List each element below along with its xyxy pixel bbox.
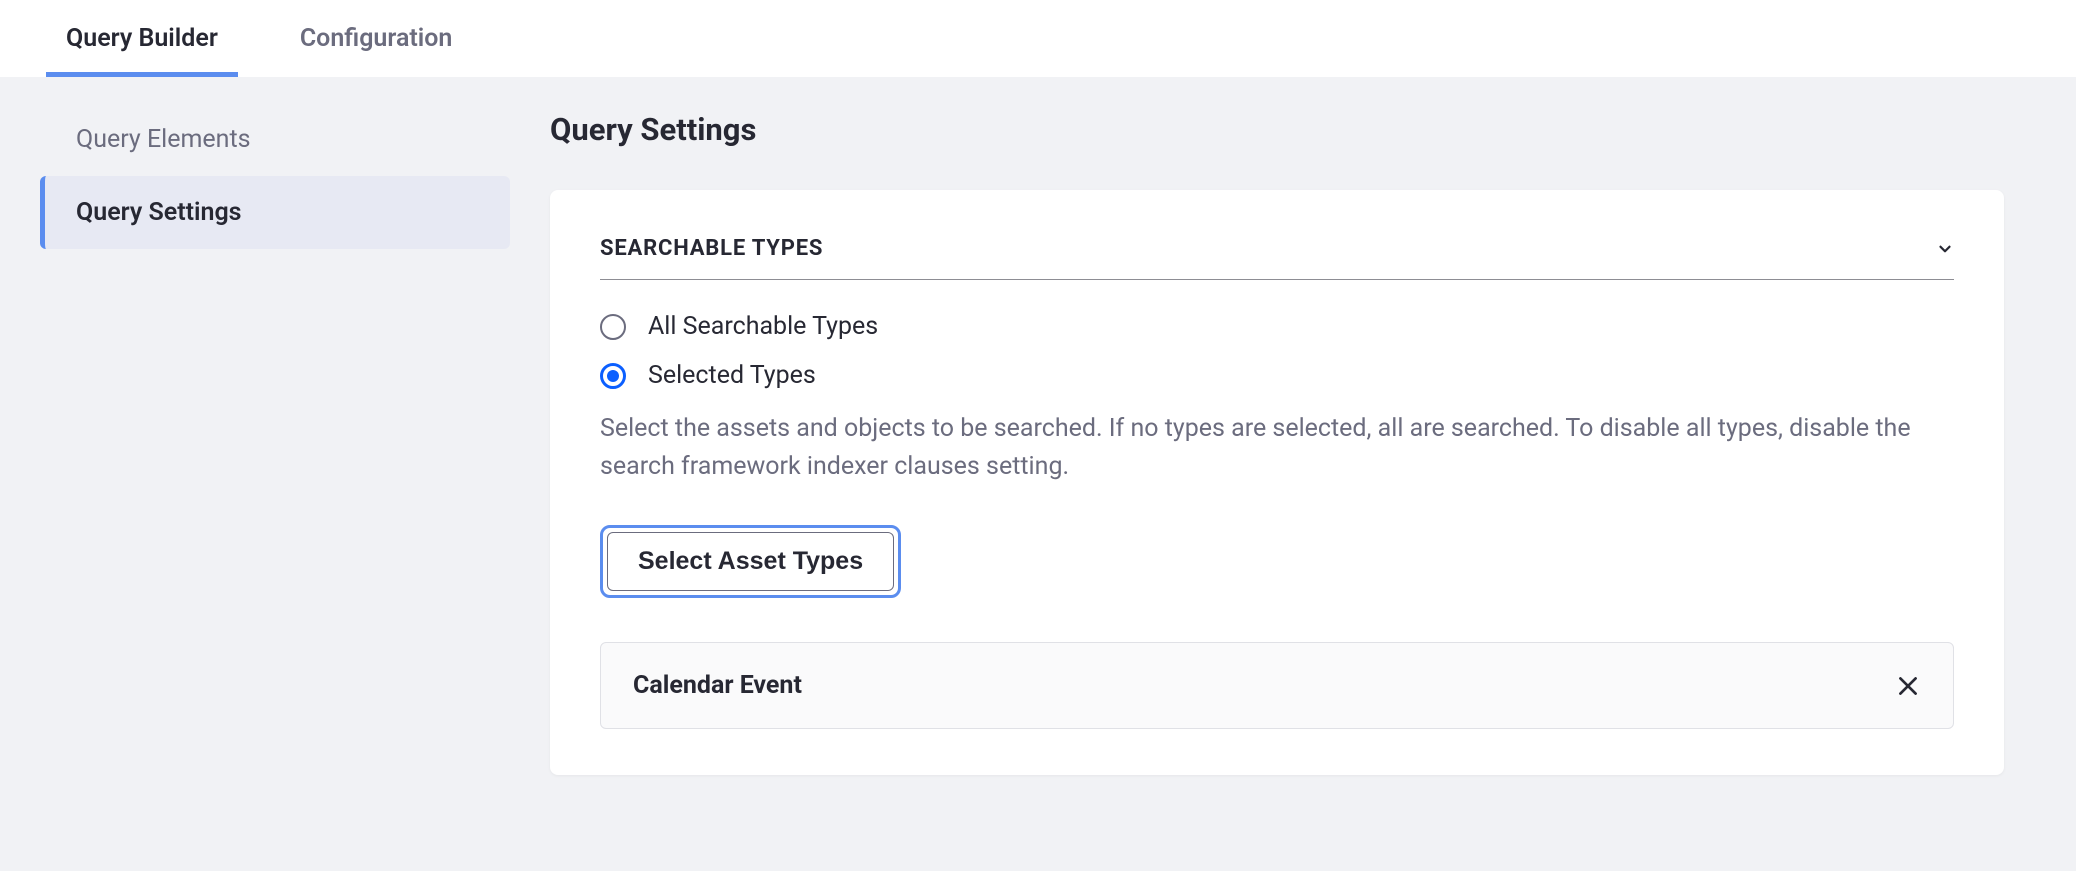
sidebar-item-query-elements[interactable]: Query Elements [40,103,510,176]
chevron-down-icon [1936,240,1954,258]
selected-type-row: Calendar Event [600,642,1954,729]
tab-query-builder[interactable]: Query Builder [46,0,238,77]
close-icon[interactable] [1895,673,1921,699]
page-title: Query Settings [550,111,2004,148]
section-header[interactable]: SEARCHABLE TYPES [600,236,1954,280]
helper-text: Select the assets and objects to be sear… [600,410,1954,485]
radio-icon-checked [600,363,626,389]
top-tabs: Query Builder Configuration [0,0,2076,77]
select-asset-types-focus-ring: Select Asset Types [600,525,901,598]
tab-configuration[interactable]: Configuration [280,0,473,77]
select-asset-types-button[interactable]: Select Asset Types [607,532,894,591]
radio-all-searchable-types[interactable]: All Searchable Types [600,312,1954,341]
radio-label: All Searchable Types [648,312,878,341]
selected-types-list: Calendar Event [600,642,1954,729]
radio-selected-types[interactable]: Selected Types [600,361,1954,390]
radio-icon-unchecked [600,314,626,340]
main: Query Settings SEARCHABLE TYPES All Sear… [550,103,2076,871]
sidebar: Query Elements Query Settings [0,103,550,871]
selected-type-label: Calendar Event [633,671,802,700]
radio-label: Selected Types [648,361,816,390]
settings-card: SEARCHABLE TYPES All Searchable Types Se… [550,190,2004,775]
sidebar-item-query-settings[interactable]: Query Settings [40,176,510,249]
content-area: Query Elements Query Settings Query Sett… [0,77,2076,871]
section-header-title: SEARCHABLE TYPES [600,236,823,261]
